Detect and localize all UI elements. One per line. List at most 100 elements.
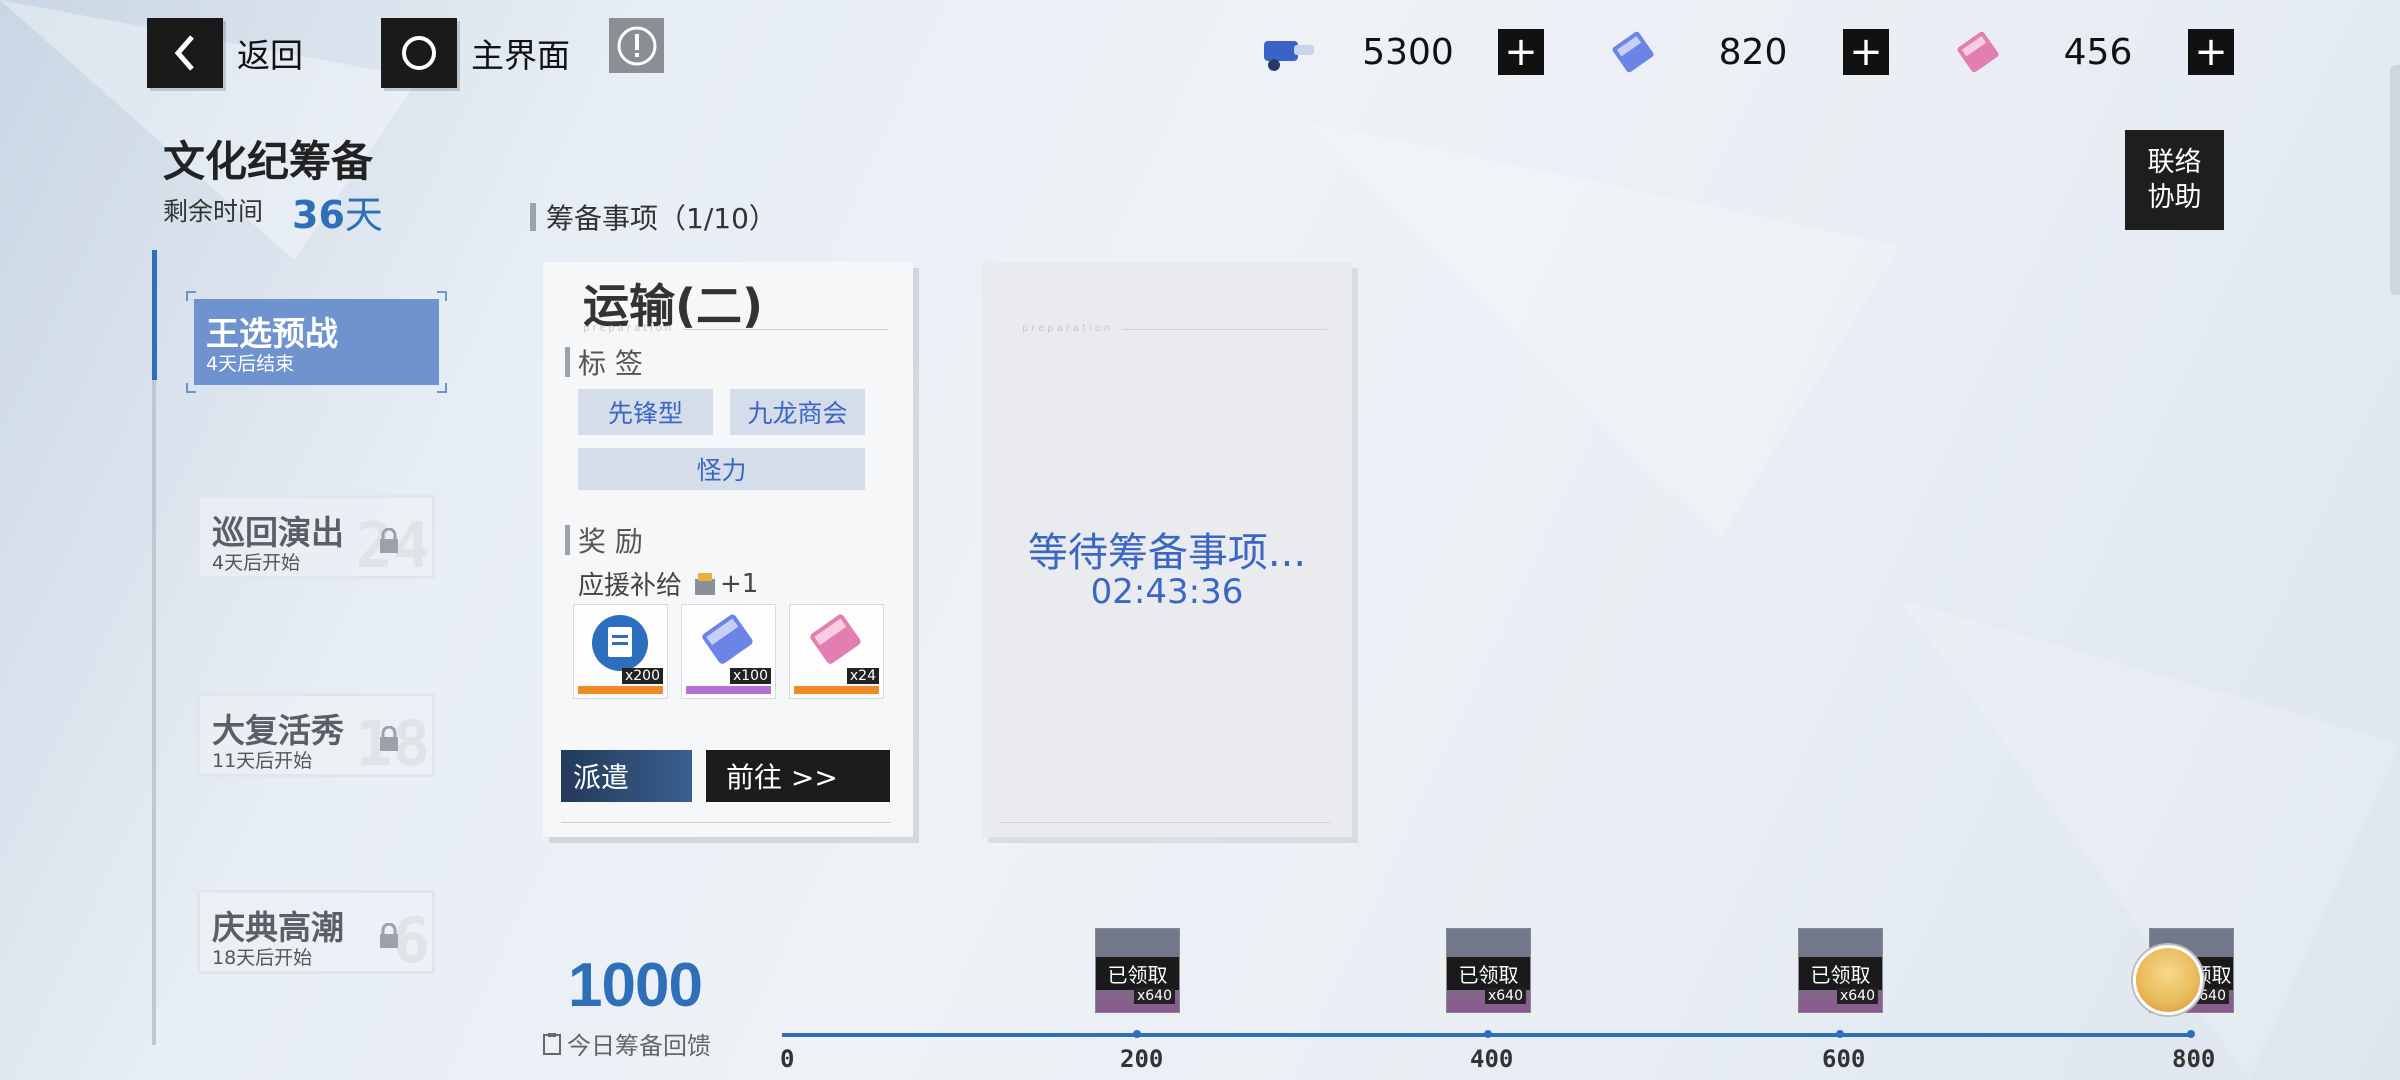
progress-dot (1836, 1030, 1844, 1038)
stage-name: 巡回演出 (212, 513, 344, 552)
lock-icon (380, 528, 398, 553)
milestone-reward[interactable]: 已领取 x640 (1446, 928, 1531, 1013)
notice-button[interactable] (609, 18, 664, 73)
stage-item-locked[interactable]: 24 巡回演出 4天后开始 (197, 495, 435, 582)
daily-score-text: 今日筹备回馈 (567, 1032, 711, 1060)
daily-score-label: 今日筹备回馈 (541, 1026, 711, 1061)
reward-heading: 奖 励 (565, 520, 643, 560)
reward-heading-text: 奖 励 (578, 525, 643, 558)
reward-item[interactable]: x200 (573, 604, 668, 699)
home-button[interactable]: 主界面 (381, 18, 570, 88)
goto-button[interactable]: 前往 >> (706, 750, 890, 802)
milestone-reward[interactable]: 已领取 x640 (1095, 928, 1180, 1013)
heading-bar (565, 525, 570, 555)
home-circle-icon (381, 18, 457, 88)
support-label: 应援补给 (578, 571, 683, 601)
add-resource-button[interactable]: + (2188, 29, 2234, 75)
milestone-status: 已领取 (1447, 957, 1530, 990)
rarity-stripe (794, 686, 879, 694)
stage-status: 11天后开始 (212, 750, 313, 772)
lock-icon (380, 726, 398, 751)
resource-cannon: 5300 + (1258, 22, 1544, 82)
remaining-days-unit: 天 (344, 193, 383, 237)
tags-heading-text: 标 签 (578, 347, 643, 380)
back-button[interactable]: 返回 (147, 18, 303, 88)
milestone-reward[interactable]: 已领取 x640 (1798, 928, 1883, 1013)
add-resource-button[interactable]: + (1843, 29, 1889, 75)
milestone-status: 已领取 (1799, 957, 1882, 990)
chevron-left-icon (147, 18, 223, 88)
supply-crate-icon (695, 572, 716, 595)
tag-chip: 怪力 (578, 448, 865, 490)
stage-name: 庆典高潮 (212, 908, 344, 947)
corner-bracket (186, 383, 196, 393)
reward-count: x100 (729, 668, 771, 684)
stage-name: 王选预战 (206, 314, 338, 353)
progress-tick: 200 (1120, 1045, 1164, 1073)
milestone-status: 已领取 (1096, 957, 1179, 990)
task-card[interactable]: 运输(二) preparation 标 签 先锋型 九龙商会 怪力 奖 励 应援… (543, 262, 913, 837)
stage-item-locked[interactable]: 18 大复活秀 11天后开始 (197, 693, 435, 780)
resource-blue-ticket: 820 + (1603, 22, 1889, 82)
divider (683, 329, 888, 330)
milestone-count: x640 (1836, 988, 1878, 1004)
stage-item-locked[interactable]: 6 庆典高潮 18天后开始 (197, 890, 435, 977)
resource-value: 5300 (1362, 31, 1454, 73)
event-title: 文化纪筹备 (163, 137, 374, 186)
add-resource-button[interactable]: + (1498, 29, 1544, 75)
stage-item-active[interactable]: 王选预战 4天后结束 (186, 291, 447, 393)
remaining-time-label: 剩余时间 (163, 197, 264, 226)
support-supply: 应援补给 +1 (578, 565, 758, 602)
stage-name: 大复活秀 (212, 711, 344, 750)
milestone-count: x640 (1133, 988, 1175, 1004)
cannon-ticket-icon (1264, 41, 1314, 71)
card-watermark: preparation (1022, 323, 1114, 334)
resource-value: 456 (2063, 31, 2133, 73)
back-label: 返回 (237, 36, 303, 75)
tags-heading: 标 签 (565, 342, 643, 382)
resource-value: 820 (1718, 31, 1788, 73)
remaining-days: 36天 (292, 184, 383, 239)
tag-chip: 九龙商会 (730, 389, 865, 435)
home-label: 主界面 (471, 36, 570, 75)
pink-supply-ticket-icon (1957, 31, 1999, 73)
stage-status: 18天后开始 (212, 947, 313, 969)
reward-count: x200 (621, 668, 663, 684)
stage-active-indicator (152, 250, 157, 380)
dispatch-button[interactable]: 派遣 (561, 750, 692, 802)
progress-tick: 600 (1822, 1045, 1866, 1073)
lock-icon (380, 923, 398, 948)
progress-tick: 400 (1470, 1045, 1514, 1073)
progress-dot (2187, 1030, 2195, 1038)
exclamation-circle-icon (617, 26, 656, 65)
section-heading-text: 筹备事项（1/10） (546, 202, 777, 235)
heading-bar (530, 203, 536, 231)
player-avatar-marker (2133, 945, 2203, 1015)
progress-tick: 800 (2172, 1045, 2216, 1073)
rarity-stripe (578, 686, 663, 694)
tag-chip: 先锋型 (578, 389, 713, 435)
link-assist-line-1: 联络 (2147, 146, 2202, 178)
progress-dot (1484, 1030, 1492, 1038)
stage-status: 4天后结束 (206, 353, 295, 375)
corner-bracket (437, 291, 447, 301)
reward-item[interactable]: x100 (681, 604, 776, 699)
section-heading: 筹备事项（1/10） (530, 197, 777, 237)
link-assist-button[interactable]: 联络 协助 (2125, 130, 2224, 230)
blue-supply-ticket-icon (702, 614, 753, 664)
stage-status: 4天后开始 (212, 552, 301, 574)
clipboard-supply-icon (592, 615, 648, 671)
divider (1000, 822, 1330, 823)
milestone-count: x640 (1484, 988, 1526, 1004)
corner-bracket (437, 383, 447, 393)
side-scroll-handle[interactable] (2390, 65, 2400, 295)
link-assist-line-2: 协助 (2147, 182, 2202, 213)
corner-bracket (186, 291, 196, 301)
progress-dot (1133, 1030, 1141, 1038)
divider (1122, 329, 1327, 330)
reward-item[interactable]: x24 (789, 604, 884, 699)
card-watermark: preparation (583, 323, 675, 334)
rarity-stripe (686, 686, 771, 694)
heading-bar (565, 347, 570, 377)
waiting-text: 等待筹备事项... (1027, 530, 1307, 576)
